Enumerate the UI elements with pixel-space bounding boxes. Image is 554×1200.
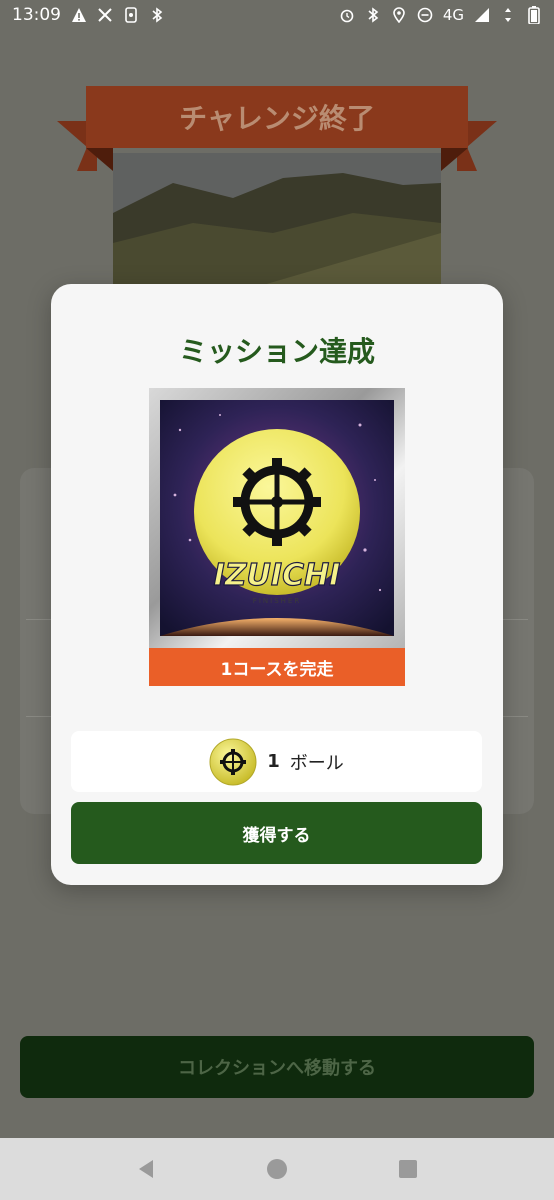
badge-name-text: IZUICHI [214, 558, 341, 593]
reward-count: 1 [267, 751, 280, 772]
course-photo [113, 153, 441, 285]
badge-artwork: IZUICHI FINISHER [160, 400, 394, 636]
reward-unit: ボール [289, 752, 344, 774]
back-icon[interactable] [132, 1155, 160, 1183]
badge-card: IZUICHI FINISHER 1コースを完走 [149, 388, 405, 686]
home-icon[interactable] [263, 1155, 291, 1183]
get-reward-button[interactable]: 獲得する [71, 802, 482, 864]
collection-button[interactable]: コレクションへ移動する [20, 1036, 534, 1098]
system-navigation-bar [0, 1138, 554, 1200]
mission-complete-dialog: ミッション達成 IZUICHI FINISHER 1コースを完走 1 ボール 獲… [51, 284, 503, 885]
gear-emblem [233, 458, 321, 546]
badge-caption: 1コースを完走 [149, 648, 405, 686]
badge-sub-text: FINISHER [253, 597, 301, 605]
ball-coin-icon [209, 738, 257, 786]
dialog-title: ミッション達成 [178, 335, 375, 368]
recents-icon[interactable] [394, 1155, 422, 1183]
ribbon-title: チャレンジ終了 [179, 102, 375, 135]
reward-row: 1 ボール [71, 731, 482, 792]
